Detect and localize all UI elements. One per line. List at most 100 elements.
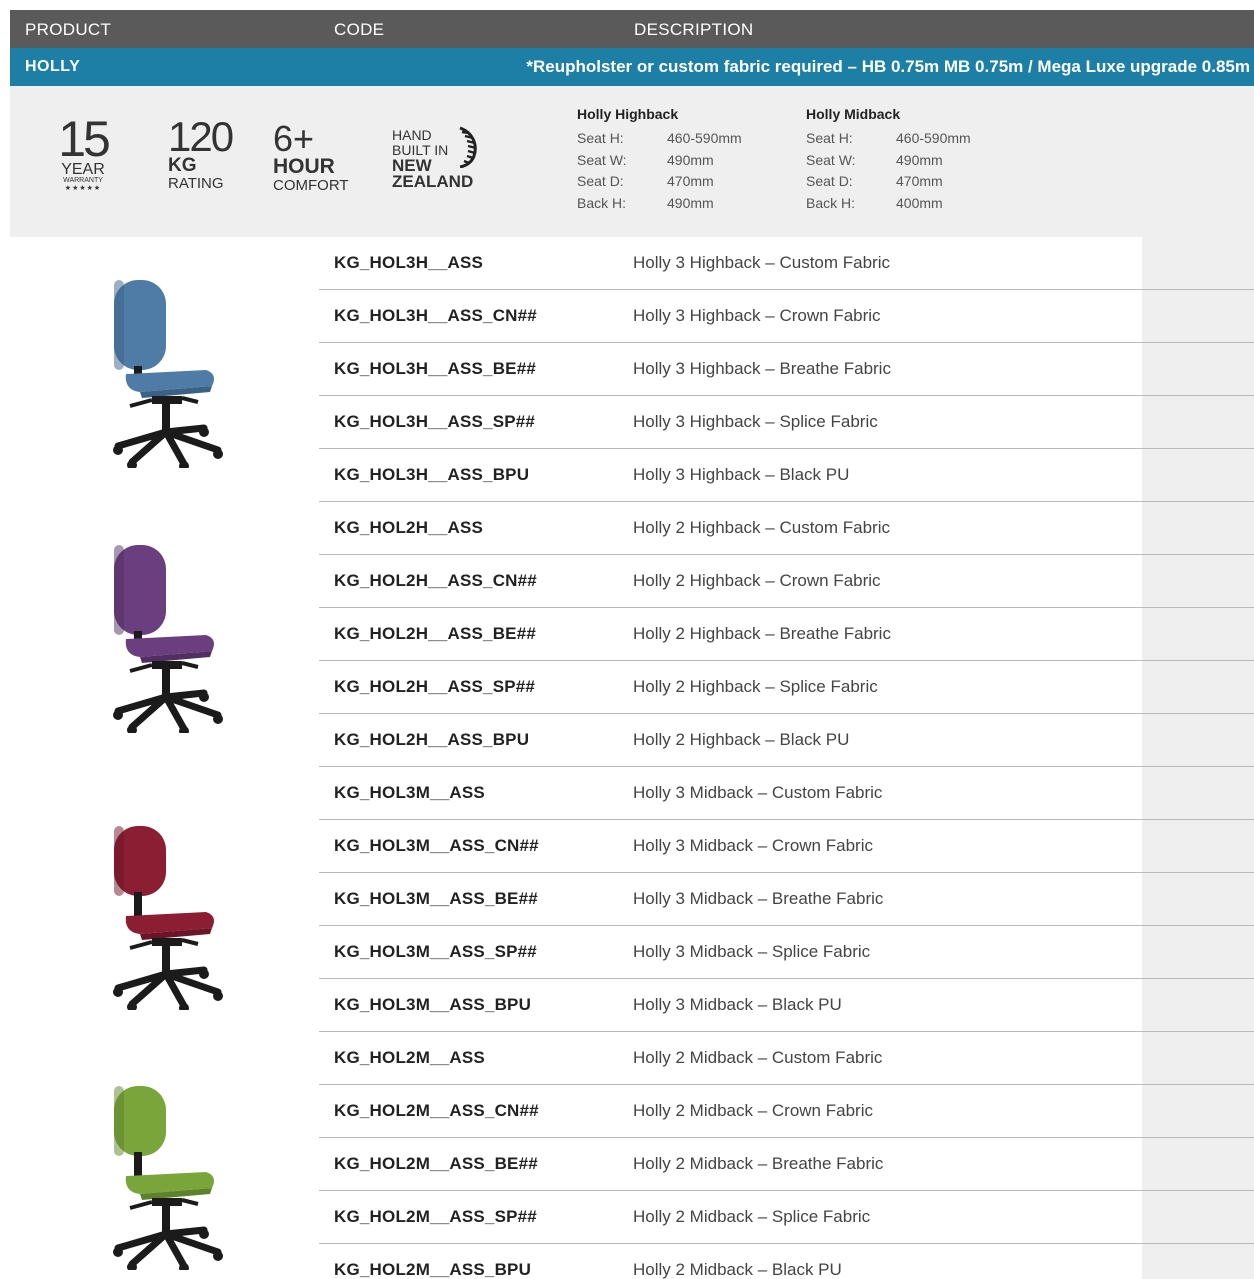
nz-made-badge: HAND BUILT IN NEW ZEALAND bbox=[392, 126, 477, 191]
product-code: KG_HOL3M__ASS_BE## bbox=[334, 889, 538, 908]
table-row: KG_HOL3H__ASS_BPU Holly 3 Highback – Blac… bbox=[319, 449, 1254, 502]
table-row: KG_HOL3M__ASS_CN## Holly 3 Midback – Crow… bbox=[319, 820, 1254, 873]
spec-label: Back H: bbox=[806, 194, 856, 211]
product-description: Holly 2 Midback – Custom Fabric bbox=[633, 1048, 883, 1067]
product-code: KG_HOL3M__ASS_SP## bbox=[334, 942, 537, 961]
kg-rating-value: 120 bbox=[168, 113, 234, 160]
spec-value: 490mm bbox=[896, 151, 943, 168]
warranty-badge: 15 YEAR WARRANTY ★★★★★ bbox=[58, 111, 111, 192]
table-row: KG_HOL3M__ASS Holly 3 Midback – Custom Fa… bbox=[319, 767, 1254, 820]
spec-label: Seat D: bbox=[806, 173, 853, 189]
product-description: Holly 3 Midback – Splice Fabric bbox=[633, 942, 871, 961]
comfort-unit: HOUR bbox=[273, 155, 335, 178]
warranty-label: WARRANTY bbox=[63, 177, 103, 184]
warranty-years: 15 bbox=[58, 111, 111, 167]
product-code: KG_HOL3H__ASS_CN## bbox=[334, 306, 537, 325]
holly-2-highback-chair-image bbox=[100, 543, 230, 736]
product-code: KG_HOL2H__ASS bbox=[334, 518, 484, 537]
spec-value: 490mm bbox=[667, 194, 714, 211]
product-description: Holly 2 Midback – Black PU bbox=[633, 1260, 842, 1279]
table-row: KG_HOL3H__ASS_BE## Holly 3 Highback – Bre… bbox=[319, 343, 1254, 396]
spec-panel: 15 YEAR WARRANTY ★★★★★ 120 KG RATING 6+ … bbox=[10, 86, 1254, 237]
table-row: KG_HOL3H__ASS_SP## Holly 3 Highback – Spl… bbox=[319, 396, 1254, 449]
product-description: Holly 2 Highback – Black PU bbox=[633, 730, 850, 749]
table-row: KG_HOL2H__ASS_BE## Holly 2 Highback – Bre… bbox=[319, 608, 1254, 661]
highback-specs: Holly Highback Seat H: 460-590mm Seat W: 4… bbox=[577, 106, 742, 214]
product-code: KG_HOL2M__ASS bbox=[334, 1048, 485, 1067]
midback-specs: Holly Midback Seat H: 460-590mm Seat W: 49… bbox=[806, 106, 971, 214]
product-description: Holly 3 Highback – Breathe Fabric bbox=[633, 359, 891, 378]
kg-rating-label: RATING bbox=[168, 175, 224, 192]
product-description: Holly 3 Midback – Custom Fabric bbox=[633, 783, 883, 802]
comfort-hours: 6+ bbox=[273, 118, 315, 159]
table-row: KG_HOL2M__ASS_SP## Holly 2 Midback – Spli… bbox=[319, 1191, 1254, 1244]
spec-label: Back H: bbox=[577, 194, 627, 211]
holly-3-highback-chair-image bbox=[100, 278, 230, 471]
product-code: KG_HOL3H__ASS bbox=[334, 253, 484, 272]
product-code: KG_HOL2M__ASS_CN## bbox=[334, 1101, 539, 1120]
product-description: Holly 3 Midback – Breathe Fabric bbox=[633, 889, 884, 908]
product-description: Holly 2 Midback – Breathe Fabric bbox=[633, 1154, 884, 1173]
table-row: KG_HOL2M__ASS_BE## Holly 2 Midback – Brea… bbox=[319, 1138, 1254, 1191]
product-description: Holly 2 Highback – Crown Fabric bbox=[633, 571, 881, 590]
spec-label: Seat D: bbox=[577, 173, 624, 189]
table-row: KG_HOL3M__ASS_SP## Holly 3 Midback – Spli… bbox=[319, 926, 1254, 979]
spec-label: Seat W: bbox=[806, 151, 856, 168]
table-row: KG_HOL2M__ASS_BPU Holly 2 Midback – Black… bbox=[319, 1244, 1254, 1279]
product-description: Holly 3 Midback – Black PU bbox=[633, 995, 842, 1014]
product-description: Holly 3 Highback – Black PU bbox=[633, 465, 850, 484]
product-code: KG_HOL2H__ASS_CN## bbox=[334, 571, 537, 590]
table-row: KG_HOL2H__ASS_BPU Holly 2 Highback – Blac… bbox=[319, 714, 1254, 767]
spec-label: Seat W: bbox=[577, 151, 627, 168]
table-row: KG_HOL2H__ASS_CN## Holly 2 Highback – Cro… bbox=[319, 555, 1254, 608]
warranty-stars: ★★★★★ bbox=[64, 185, 102, 192]
product-description: Holly 2 Highback – Breathe Fabric bbox=[633, 624, 891, 643]
product-description: Holly 2 Midback – Crown Fabric bbox=[633, 1101, 873, 1120]
header-product: PRODUCT bbox=[25, 20, 112, 39]
product-table: KG_HOL3H__ASS Holly 3 Highback – Custom F… bbox=[319, 237, 1254, 1279]
product-code: KG_HOL3M__ASS_BPU bbox=[334, 995, 532, 1014]
table-row: KG_HOL2M__ASS Holly 2 Midback – Custom Fa… bbox=[319, 1032, 1254, 1085]
spec-value: 490mm bbox=[667, 151, 714, 168]
holly-2-midback-chair-image bbox=[100, 1080, 230, 1273]
comfort-label: COMFORT bbox=[273, 177, 349, 194]
product-description: Holly 3 Midback – Crown Fabric bbox=[633, 836, 873, 855]
table-row: KG_HOL2H__ASS_SP## Holly 2 Highback – Spl… bbox=[319, 661, 1254, 714]
holly-3-midback-chair-image bbox=[100, 820, 230, 1013]
table-row: KG_HOL2H__ASS Holly 2 Highback – Custom F… bbox=[319, 502, 1254, 555]
product-name: HOLLY bbox=[25, 58, 81, 75]
table-row: KG_HOL3H__ASS Holly 3 Highback – Custom F… bbox=[319, 237, 1254, 290]
product-code: KG_HOL2M__ASS_BE## bbox=[334, 1154, 538, 1173]
product-code: KG_HOL3H__ASS_BPU bbox=[334, 465, 530, 484]
product-description: Holly 2 Midback – Splice Fabric bbox=[633, 1207, 871, 1226]
warranty-year-label: YEAR bbox=[61, 161, 105, 178]
product-code: KG_HOL2M__ASS_SP## bbox=[334, 1207, 537, 1226]
product-description: Holly 3 Highback – Splice Fabric bbox=[633, 412, 878, 431]
product-description: Holly 3 Highback – Custom Fabric bbox=[633, 253, 890, 272]
highback-title: Holly Highback bbox=[577, 106, 679, 122]
product-code: KG_HOL3M__ASS bbox=[334, 783, 485, 802]
table-row: KG_HOL3H__ASS_CN## Holly 3 Highback – Cro… bbox=[319, 290, 1254, 343]
spec-value: 460-590mm bbox=[896, 130, 971, 146]
table-row: KG_HOL3M__ASS_BPU Holly 3 Midback – Black… bbox=[319, 979, 1254, 1032]
kg-rating-badge: 120 KG RATING bbox=[168, 113, 234, 192]
product-code: KG_HOL2H__ASS_BE## bbox=[334, 624, 537, 643]
product-code: KG_HOL3H__ASS_SP## bbox=[334, 412, 536, 431]
midback-title: Holly Midback bbox=[806, 106, 901, 122]
spec-value: 470mm bbox=[896, 173, 943, 189]
spec-value: 460-590mm bbox=[667, 130, 742, 146]
nz-line-4: ZEALAND bbox=[392, 172, 474, 191]
spec-value: 400mm bbox=[896, 194, 943, 211]
product-code: KG_HOL2H__ASS_BPU bbox=[334, 730, 530, 749]
table-row: KG_HOL3M__ASS_BE## Holly 3 Midback – Brea… bbox=[319, 873, 1254, 926]
table-header: PRODUCT CODE DESCRIPTION bbox=[10, 10, 1254, 48]
product-description: Holly 2 Highback – Splice Fabric bbox=[633, 677, 878, 696]
product-code: KG_HOL3H__ASS_BE## bbox=[334, 359, 537, 378]
product-description: Holly 3 Highback – Crown Fabric bbox=[633, 306, 881, 325]
product-code: KG_HOL2H__ASS_SP## bbox=[334, 677, 536, 696]
table-row: KG_HOL2M__ASS_CN## Holly 2 Midback – Crow… bbox=[319, 1085, 1254, 1138]
spec-label: Seat H: bbox=[577, 130, 624, 146]
product-bar: HOLLY *Reupholster or custom fabric requ… bbox=[10, 48, 1254, 86]
spec-value: 470mm bbox=[667, 173, 714, 189]
product-description: Holly 2 Highback – Custom Fabric bbox=[633, 518, 890, 537]
